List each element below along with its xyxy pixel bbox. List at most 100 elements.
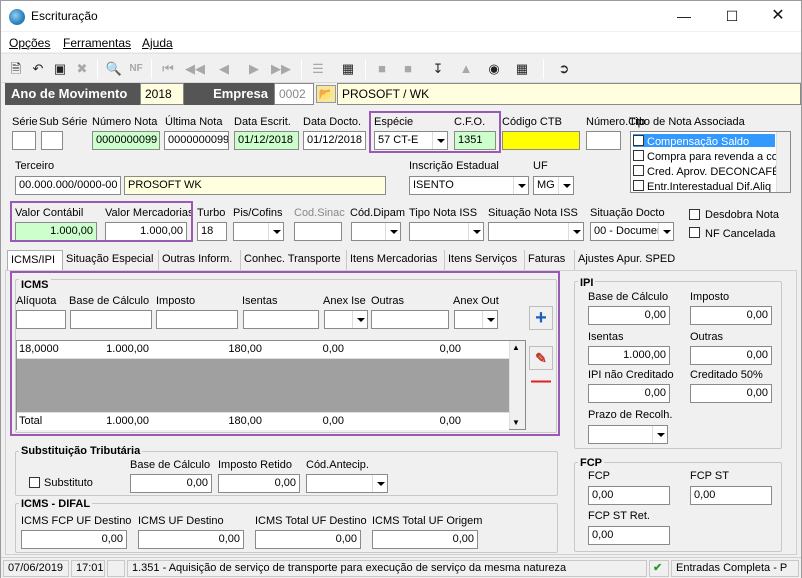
list-item[interactable]: Compra para revenda a co	[633, 149, 778, 163]
next-record-icon[interactable]: ▶	[245, 60, 263, 78]
ipi-base-label: Base de Cálculo	[588, 291, 669, 303]
chevron-down-icon[interactable]	[385, 223, 400, 240]
difal-fcp-field[interactable]: 0,00	[21, 530, 127, 549]
ipi-base-field[interactable]: 0,00	[588, 306, 670, 325]
uf-label: UF	[533, 160, 548, 172]
tab-itens-servicos[interactable]: Itens Serviços	[445, 250, 525, 270]
ipi-isentas-field[interactable]: 1.000,00	[588, 346, 670, 365]
save-icon[interactable]: ▣	[51, 60, 69, 78]
chevron-down-icon[interactable]	[568, 223, 583, 240]
database-icon[interactable]: ◉	[485, 60, 503, 78]
empresa-code-field[interactable]: 0002	[274, 83, 314, 105]
fcp-field[interactable]: 0,00	[588, 486, 670, 505]
ipi-creditado50-field[interactable]: 0,00	[690, 384, 772, 403]
cod-dipam-select[interactable]	[351, 222, 401, 241]
previous-record-icon[interactable]: ◀	[215, 60, 233, 78]
first-record-icon[interactable]: ⏮	[159, 60, 177, 78]
st-base-label: Base de Cálculo	[130, 459, 211, 471]
first-record-icon[interactable]: ◀◀	[185, 60, 205, 78]
data-escrit-field[interactable]: 01/12/2018	[234, 131, 299, 150]
print-preview-icon[interactable]: 🔍	[105, 60, 123, 78]
desdobra-checkbox[interactable]	[689, 209, 700, 220]
numero-ctb-field[interactable]	[586, 131, 621, 150]
difal-total-destino-field[interactable]: 0,00	[255, 530, 361, 549]
tipo-nota-list[interactable]: Compensação Saldo Compra para revenda a …	[630, 131, 791, 193]
close-button[interactable]: ✕	[755, 1, 801, 31]
ultima-nota-label: Última Nota	[165, 116, 223, 128]
st-base-field[interactable]: 0,00	[130, 474, 212, 493]
chevron-down-icon[interactable]	[652, 426, 667, 443]
ipi-creditado50-label: Creditado 50%	[690, 369, 763, 381]
uf-select[interactable]: MG	[533, 176, 574, 195]
chevron-down-icon[interactable]	[658, 223, 673, 240]
ano-movimento-field[interactable]: 2018	[140, 83, 184, 105]
library-icon[interactable]: ▦	[513, 60, 531, 78]
download-icon[interactable]: ↧	[429, 60, 447, 78]
nfe-icon[interactable]: NF	[127, 60, 145, 78]
codigo-ctb-field[interactable]	[502, 131, 580, 150]
ipi-outras-label: Outras	[690, 331, 724, 343]
terceiro-code-field[interactable]: 00.000.000/0000-00	[15, 176, 121, 195]
minimize-button[interactable]: —	[661, 1, 707, 31]
list-item[interactable]: Cred. Aprov. DECONCAFÉ	[633, 164, 779, 178]
turbo-field[interactable]: 18	[197, 222, 227, 241]
difal-fcp-label: ICMS FCP UF Destino	[21, 515, 132, 527]
situacao-docto-select[interactable]: 00 - Documento	[590, 222, 674, 241]
ipi-outras-field[interactable]: 0,00	[690, 346, 772, 365]
pis-cofins-select[interactable]	[233, 222, 284, 241]
status-date: 07/06/2019	[3, 560, 69, 577]
menu-ferramentas[interactable]: Ferramentas	[63, 36, 131, 50]
last-record-icon[interactable]: ▶▶	[271, 60, 291, 78]
menu-opcoes[interactable]: Opções	[9, 36, 50, 50]
exit-icon[interactable]: ➲	[555, 60, 573, 78]
chevron-down-icon[interactable]	[468, 223, 483, 240]
tab-itens-mercadorias[interactable]: Itens Mercadorias	[347, 250, 445, 270]
new-document-icon[interactable]: 🗎	[7, 60, 25, 78]
difal-uf-destino-field[interactable]: 0,00	[138, 530, 244, 549]
st-title: Substituição Tributária	[19, 445, 143, 457]
tab-faturas[interactable]: Faturas	[525, 250, 575, 270]
numero-nota-field[interactable]: 0000000099	[92, 131, 160, 150]
st-cod-select[interactable]	[306, 474, 388, 493]
list-item[interactable]: Compensação Saldo	[633, 134, 775, 148]
situacao-iss-select[interactable]	[488, 222, 584, 241]
status-bar: 07/06/2019 17:01 1.351 - Aquisição de se…	[1, 557, 801, 578]
list-scrollbar[interactable]	[776, 132, 790, 192]
tipo-iss-select[interactable]	[409, 222, 484, 241]
calculator-icon[interactable]: ▦	[339, 60, 357, 78]
tab-icms-ipi[interactable]: ICMS/IPI	[7, 250, 63, 271]
tab-outras-inform[interactable]: Outras Inform.	[159, 250, 241, 270]
tab-situacao-especial[interactable]: Situação Especial	[63, 250, 159, 270]
difal-total-origem-field[interactable]: 0,00	[372, 530, 478, 549]
nf-cancelada-checkbox[interactable]	[689, 227, 700, 238]
fcp-st-ret-field[interactable]: 0,00	[588, 526, 670, 545]
tab-ajustes-sped[interactable]: Ajustes Apur. SPED	[575, 250, 677, 270]
open-folder-icon[interactable]: 📂	[316, 85, 336, 103]
prazo-recolh-select[interactable]	[588, 425, 668, 444]
ipi-nao-creditado-field[interactable]: 0,00	[588, 384, 670, 403]
list-icon[interactable]: ☰	[309, 60, 327, 78]
subserie-field[interactable]	[41, 131, 63, 150]
serie-field[interactable]	[12, 131, 36, 150]
chevron-down-icon[interactable]	[513, 177, 528, 194]
delete-icon[interactable]: ✖	[73, 60, 91, 78]
inscricao-select[interactable]: ISENTO	[409, 176, 529, 195]
tab-conhec-transporte[interactable]: Conhec. Transporte	[241, 250, 347, 270]
folder-icon[interactable]: ■	[373, 60, 391, 78]
ipi-imposto-field[interactable]: 0,00	[690, 306, 772, 325]
substituto-checkbox[interactable]	[29, 477, 40, 488]
upload-icon[interactable]: ▲	[457, 60, 475, 78]
menu-ajuda[interactable]: Ajuda	[142, 36, 173, 50]
fcp-st-field[interactable]: 0,00	[690, 486, 772, 505]
chevron-down-icon[interactable]	[558, 177, 573, 194]
import-icon[interactable]: ■	[399, 60, 417, 78]
st-imposto-field[interactable]: 0,00	[218, 474, 300, 493]
undo-icon[interactable]: ↶	[29, 60, 47, 78]
chevron-down-icon[interactable]	[268, 223, 283, 240]
ipi-nao-creditado-label: IPI não Creditado	[588, 369, 674, 381]
desdobra-label: Desdobra Nota	[705, 209, 779, 221]
chevron-down-icon[interactable]	[372, 475, 387, 492]
list-item[interactable]: Entr.Interestadual Dif.Aliq	[633, 179, 771, 192]
maximize-button[interactable]: ☐	[709, 1, 755, 31]
data-docto-field[interactable]: 01/12/2018	[303, 131, 366, 150]
